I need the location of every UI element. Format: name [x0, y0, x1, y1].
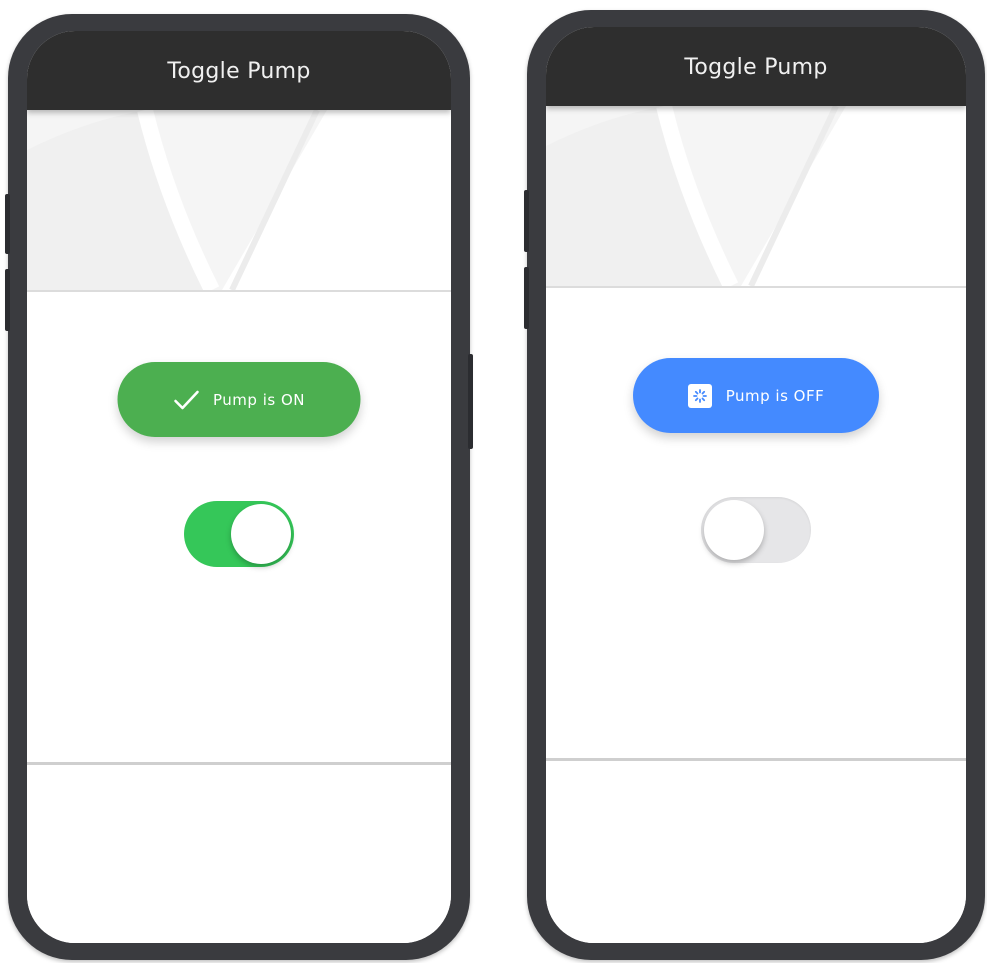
main-content: Pump is OFF [546, 288, 966, 761]
pump-status-label: Pump is OFF [725, 386, 825, 405]
hero-image [546, 106, 966, 288]
check-icon [173, 390, 199, 410]
settings-icon [687, 383, 712, 408]
bottom-area [546, 761, 966, 943]
app-bar: Toggle Pump [546, 27, 966, 106]
main-content: Pump is ON [27, 292, 451, 765]
phone-screen: Toggle Pump Pump is OFF [546, 27, 966, 943]
volume-down-button [5, 269, 10, 331]
volume-down-button [524, 267, 529, 329]
phone-screen: Toggle Pump Pump is ON [27, 31, 451, 943]
app-bar-title: Toggle Pump [684, 55, 828, 80]
volume-up-button [524, 190, 529, 252]
toggle-knob [231, 504, 291, 564]
pump-status-button[interactable]: Pump is ON [117, 362, 361, 437]
pump-status-button[interactable]: Pump is OFF [633, 358, 879, 433]
toggle-knob [704, 500, 764, 560]
mockup-stage: Toggle Pump Pump is ON Toggle Pump Pump … [0, 0, 987, 963]
pump-status-label: Pump is ON [213, 390, 305, 409]
phone-frame-off: Toggle Pump Pump is OFF [524, 10, 985, 960]
hero-background-graphic [546, 106, 966, 286]
power-button [468, 354, 473, 449]
app-bar: Toggle Pump [27, 31, 451, 110]
hero-background-graphic [27, 110, 451, 290]
volume-up-button [5, 194, 10, 254]
phone-frame-on: Toggle Pump Pump is ON [5, 14, 473, 960]
app-bar-title: Toggle Pump [167, 59, 311, 84]
pump-toggle-switch[interactable] [184, 501, 294, 567]
bottom-area [27, 765, 451, 943]
hero-image [27, 110, 451, 292]
pump-toggle-switch[interactable] [701, 497, 811, 563]
